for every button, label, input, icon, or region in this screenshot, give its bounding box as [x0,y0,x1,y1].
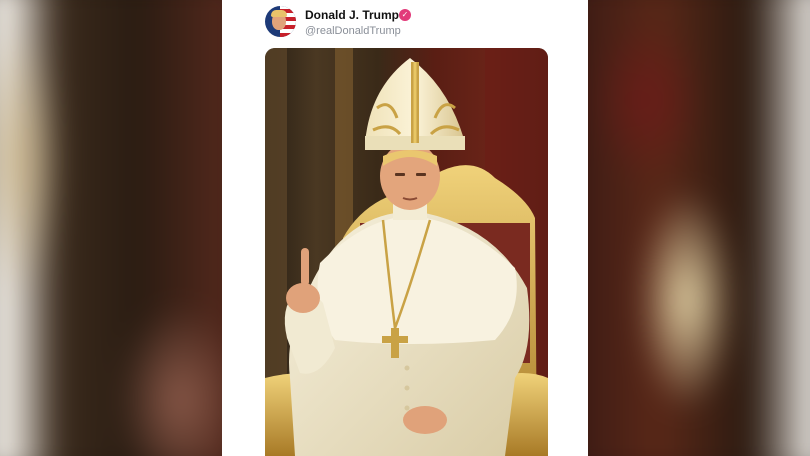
post-image[interactable] [265,48,548,456]
verified-badge-icon: ✓ [399,9,411,21]
social-post-card: Donald J. Trump ✓ @realDonaldTrump [222,0,588,456]
blurred-backdrop-right [587,0,810,456]
post-header: Donald J. Trump ✓ @realDonaldTrump [265,5,565,41]
blurred-backdrop-left [0,0,222,456]
author-handle[interactable]: @realDonaldTrump [305,25,401,37]
avatar[interactable] [265,6,296,37]
author-name[interactable]: Donald J. Trump [305,8,399,22]
pope-portrait-illustration [265,48,548,456]
